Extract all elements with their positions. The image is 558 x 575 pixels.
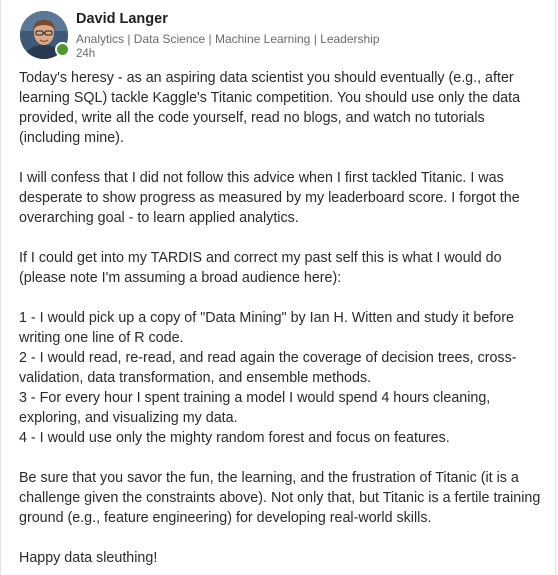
sign-off: Happy data sleuthing! [19,550,158,566]
list-item: 3 - For every hour I spent training a mo… [19,390,491,426]
post-card: David Langer Analytics | Data Science | … [0,0,556,575]
post-paragraph: I will confess that I did not follow thi… [19,170,520,226]
list-item: 1 - I would pick up a copy of "Data Mini… [19,310,514,346]
author-headline: Analytics | Data Science | Machine Learn… [76,32,380,46]
author-name[interactable]: David Langer [76,11,380,28]
post-paragraph: Today's heresy - as an aspiring data sci… [19,70,521,146]
online-status-icon [55,42,70,57]
post-timestamp: 24h [76,48,96,60]
post-paragraph: Be sure that you savor the fun, the lear… [19,470,541,526]
post-body: Today's heresy - as an aspiring data sci… [19,68,547,568]
list-item: 2 - I would read, re-read, and read agai… [19,350,517,386]
author-info: David Langer Analytics | Data Science | … [76,11,380,61]
author-avatar-wrap[interactable] [20,11,70,59]
post-paragraph: If I could get into my TARDIS and correc… [19,250,502,286]
list-item: 4 - I would use only the mighty random f… [19,430,450,446]
